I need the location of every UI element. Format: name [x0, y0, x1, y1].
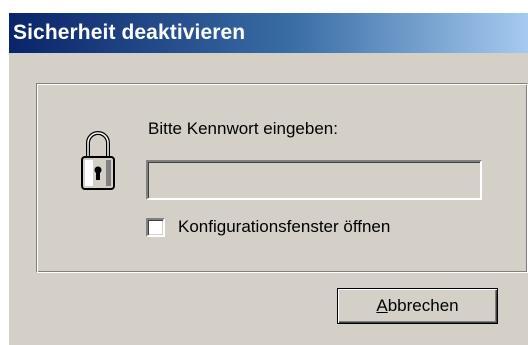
password-prompt-label: Bitte Kennwort eingeben:: [148, 119, 338, 138]
title-bar[interactable]: Sicherheit deaktivieren: [9, 13, 528, 53]
cancel-button-label: bbrechen: [387, 296, 459, 315]
password-field[interactable]: [146, 160, 482, 200]
open-config-option[interactable]: Konfigurationsfenster öffnen: [146, 217, 390, 237]
password-group: Bitte Kennwort eingeben: Konfigurationsf…: [36, 83, 528, 273]
open-config-label[interactable]: Konfigurationsfenster öffnen: [178, 217, 390, 237]
dialog-window: Sicherheit deaktivieren Bitte Kennwort e…: [8, 12, 528, 345]
window-title: Sicherheit deaktivieren: [13, 21, 246, 44]
cancel-button[interactable]: Abbrechen: [337, 288, 498, 324]
open-config-checkbox[interactable]: [146, 217, 165, 237]
cancel-button-accelerator: A: [376, 296, 388, 315]
lock-icon: [81, 131, 115, 190]
